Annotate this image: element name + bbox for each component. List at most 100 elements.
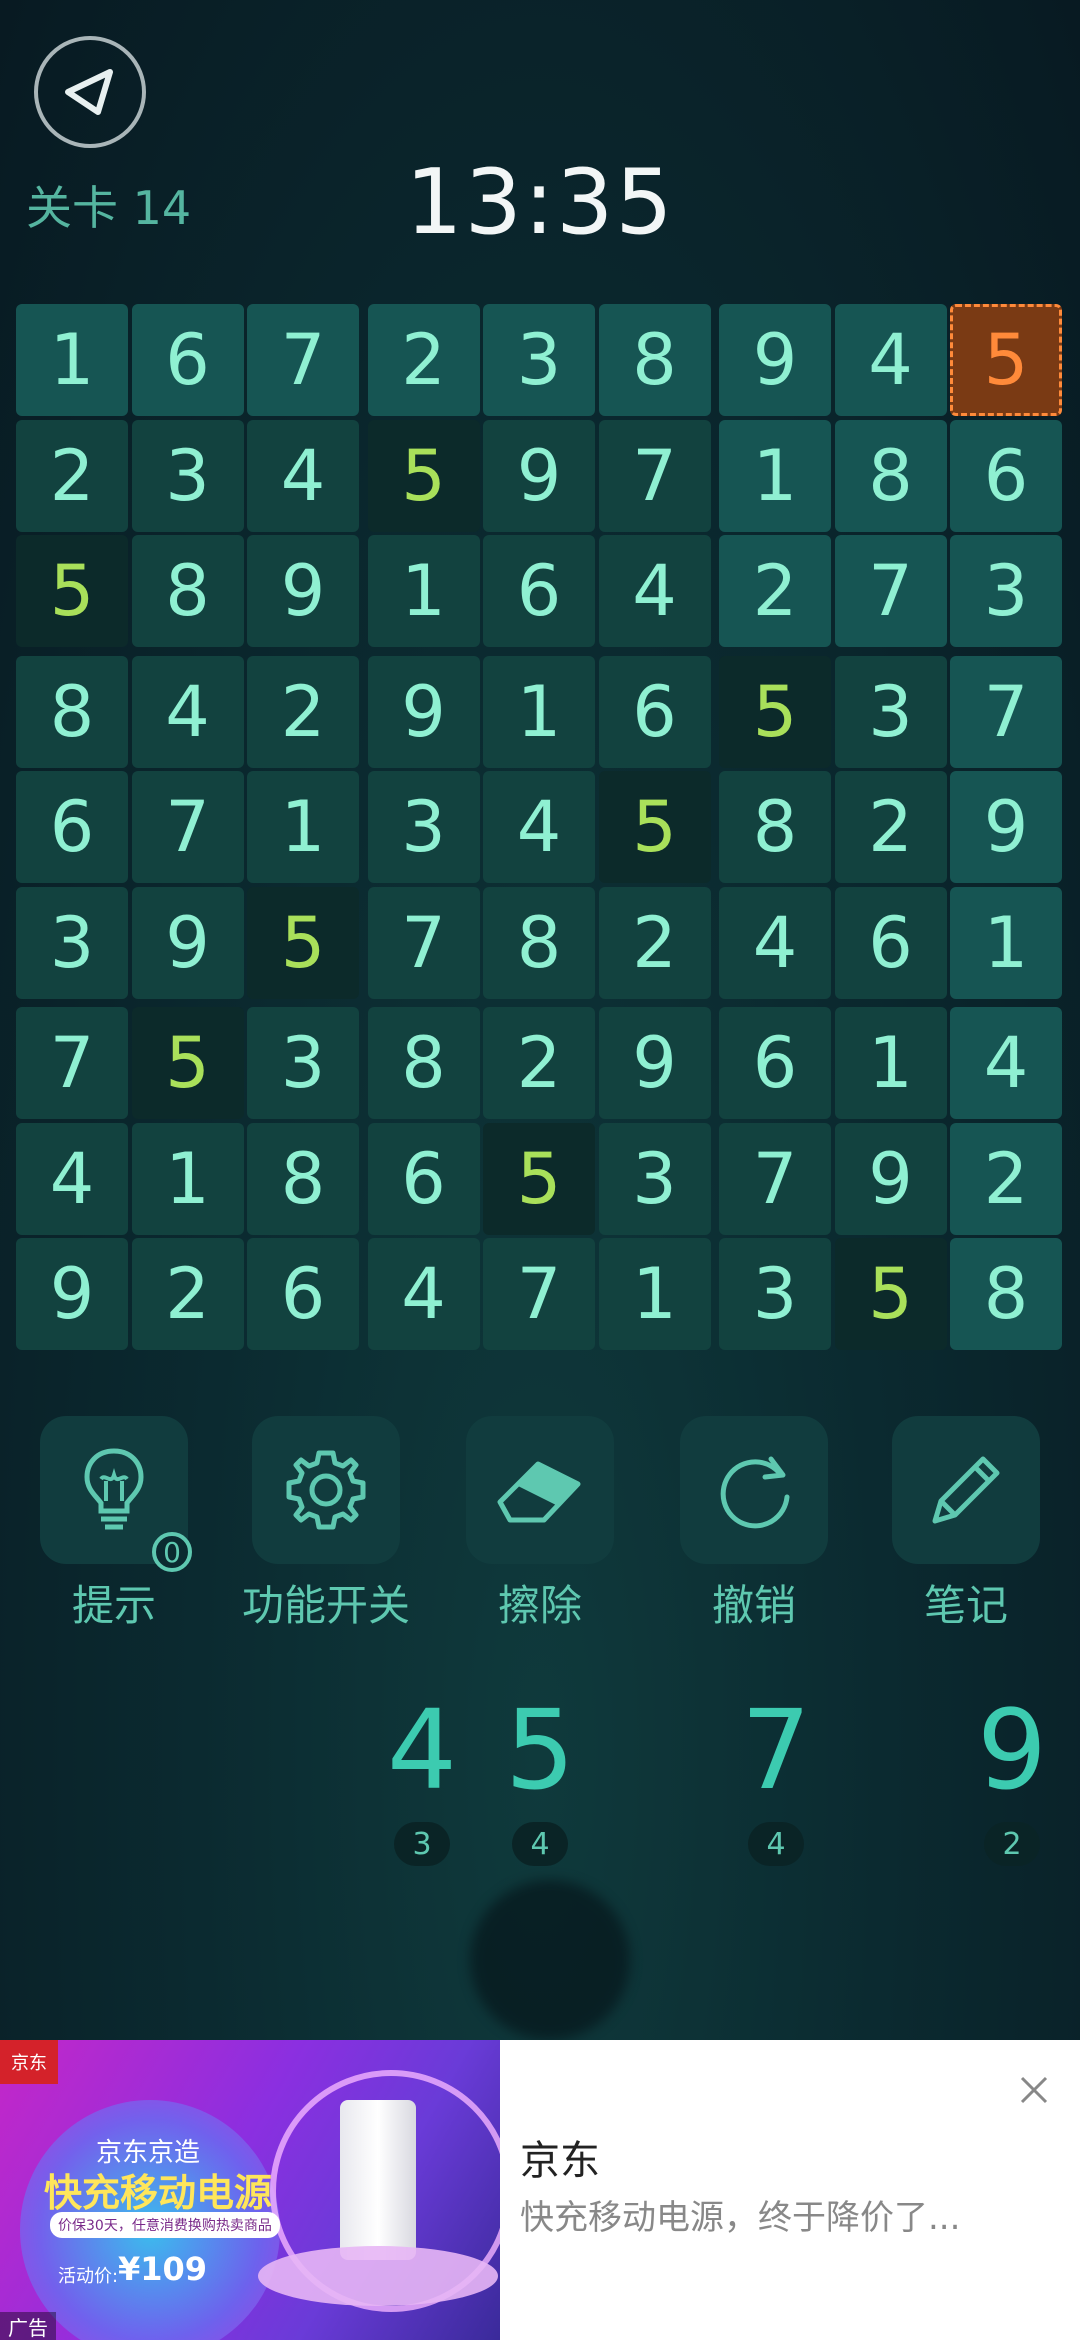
sudoku-cell[interactable]: 4 — [950, 1007, 1062, 1119]
sudoku-cell[interactable]: 6 — [950, 419, 1062, 532]
sudoku-cell[interactable]: 9 — [131, 886, 244, 999]
sudoku-cell[interactable]: 3 — [834, 655, 947, 768]
sudoku-cell[interactable]: 3 — [950, 535, 1062, 647]
sudoku-cell[interactable]: 8 — [367, 1007, 480, 1119]
sudoku-cell[interactable]: 9 — [834, 1122, 947, 1235]
sudoku-cell[interactable]: 5 — [483, 1122, 595, 1235]
sudoku-cell[interactable]: 5 — [131, 1007, 244, 1119]
ad-description[interactable]: 快充移动电源，终于降价了... — [520, 2190, 960, 2239]
sudoku-cell[interactable]: 8 — [247, 1122, 359, 1235]
sudoku-cell[interactable]: 8 — [834, 419, 947, 532]
sudoku-cell[interactable]: 4 — [598, 535, 711, 647]
sudoku-cell[interactable]: 7 — [719, 1122, 831, 1235]
sudoku-cell[interactable]: 3 — [483, 304, 595, 416]
erase-button[interactable] — [466, 1416, 614, 1564]
sudoku-cell[interactable]: 4 — [16, 1122, 128, 1235]
sudoku-cell[interactable]: 9 — [950, 771, 1062, 883]
number-button-5[interactable]: 5 4 — [500, 1690, 580, 1866]
sudoku-cell[interactable]: 8 — [719, 771, 831, 883]
sudoku-cell[interactable]: 2 — [247, 655, 359, 768]
sudoku-cell[interactable]: 7 — [16, 1007, 128, 1119]
sudoku-cell[interactable]: 2 — [16, 419, 128, 532]
sudoku-cell[interactable]: 5 — [598, 771, 711, 883]
sudoku-cell[interactable]: 2 — [367, 304, 480, 416]
sudoku-cell[interactable]: 4 — [834, 304, 947, 416]
sudoku-cell[interactable]: 9 — [247, 535, 359, 647]
sudoku-cell[interactable]: 1 — [131, 1122, 244, 1235]
sudoku-cell[interactable]: 2 — [719, 535, 831, 647]
sudoku-cell[interactable]: 3 — [16, 886, 128, 999]
hint-button[interactable]: 0 — [40, 1416, 192, 1572]
sudoku-cell[interactable]: 1 — [483, 655, 595, 768]
sudoku-cell[interactable]: 7 — [834, 535, 947, 647]
sudoku-cell[interactable]: 9 — [16, 1238, 128, 1350]
sudoku-cell[interactable]: 3 — [719, 1238, 831, 1350]
sudoku-cell[interactable]: 2 — [950, 1122, 1062, 1235]
sudoku-cell[interactable]: 1 — [247, 771, 359, 883]
sudoku-cell[interactable]: 7 — [131, 771, 244, 883]
ad-title[interactable]: 京东 — [520, 2128, 600, 2186]
sudoku-cell[interactable]: 8 — [483, 886, 595, 999]
sudoku-cell[interactable]: 1 — [719, 419, 831, 532]
undo-tool[interactable]: 撤销 — [654, 1416, 854, 1633]
sudoku-cell[interactable]: 7 — [247, 304, 359, 416]
sudoku-cell[interactable]: 7 — [367, 886, 480, 999]
number-button-9[interactable]: 9 2 — [972, 1690, 1052, 1866]
sudoku-cell[interactable]: 5 — [367, 419, 480, 532]
sudoku-cell[interactable]: 8 — [950, 1238, 1062, 1350]
sudoku-cell[interactable]: 6 — [367, 1122, 480, 1235]
number-button-4[interactable]: 4 3 — [382, 1690, 462, 1866]
sudoku-cell[interactable]: 5 — [950, 304, 1062, 416]
sudoku-cell[interactable]: 3 — [131, 419, 244, 532]
back-button[interactable] — [34, 36, 146, 148]
settings-tool[interactable]: 功能开关 — [226, 1416, 426, 1633]
sudoku-cell[interactable]: 7 — [950, 655, 1062, 768]
sudoku-cell[interactable]: 6 — [131, 304, 244, 416]
sudoku-cell[interactable]: 5 — [247, 886, 359, 999]
sudoku-cell[interactable]: 7 — [598, 419, 711, 532]
sudoku-cell[interactable]: 1 — [834, 1007, 947, 1119]
sudoku-cell[interactable]: 6 — [719, 1007, 831, 1119]
sudoku-cell[interactable]: 7 — [483, 1238, 595, 1350]
erase-tool[interactable]: 擦除 — [440, 1416, 640, 1633]
sudoku-cell[interactable]: 2 — [598, 886, 711, 999]
notes-button[interactable] — [892, 1416, 1040, 1564]
sudoku-cell[interactable]: 8 — [16, 655, 128, 768]
sudoku-cell[interactable]: 1 — [950, 886, 1062, 999]
sudoku-cell[interactable]: 2 — [483, 1007, 595, 1119]
sudoku-cell[interactable]: 6 — [16, 771, 128, 883]
sudoku-cell[interactable]: 3 — [598, 1122, 711, 1235]
sudoku-cell[interactable]: 4 — [483, 771, 595, 883]
sudoku-cell[interactable]: 5 — [834, 1238, 947, 1350]
sudoku-cell[interactable]: 8 — [598, 304, 711, 416]
sudoku-cell[interactable]: 1 — [367, 535, 480, 647]
sudoku-cell[interactable]: 6 — [483, 535, 595, 647]
sudoku-cell[interactable]: 6 — [834, 886, 947, 999]
sudoku-cell[interactable]: 2 — [834, 771, 947, 883]
sudoku-cell[interactable]: 4 — [719, 886, 831, 999]
sudoku-cell[interactable]: 3 — [247, 1007, 359, 1119]
sudoku-cell[interactable]: 9 — [367, 655, 480, 768]
ad-image[interactable]: 京东 京东京造 快充移动电源 价保30天，任意消费换购热卖商品 活动价: ¥10… — [0, 2040, 500, 2340]
sudoku-cell[interactable]: 9 — [483, 419, 595, 532]
sudoku-cell[interactable]: 5 — [16, 535, 128, 647]
sudoku-cell[interactable]: 4 — [247, 419, 359, 532]
sudoku-cell[interactable]: 9 — [719, 304, 831, 416]
undo-button[interactable] — [680, 1416, 828, 1564]
sudoku-cell[interactable]: 4 — [131, 655, 244, 768]
sudoku-cell[interactable]: 9 — [598, 1007, 711, 1119]
sudoku-cell[interactable]: 6 — [598, 655, 711, 768]
sudoku-cell[interactable]: 6 — [247, 1238, 359, 1350]
hint-tool[interactable]: 0 提示 — [14, 1416, 214, 1633]
close-icon[interactable] — [1014, 2070, 1054, 2110]
notes-tool[interactable]: 笔记 — [866, 1416, 1066, 1633]
sudoku-cell[interactable]: 5 — [719, 655, 831, 768]
sudoku-cell[interactable]: 2 — [131, 1238, 244, 1350]
sudoku-cell[interactable]: 3 — [367, 771, 480, 883]
sudoku-cell[interactable]: 8 — [131, 535, 244, 647]
sudoku-cell[interactable]: 1 — [598, 1238, 711, 1350]
sudoku-cell[interactable]: 4 — [367, 1238, 480, 1350]
sudoku-cell[interactable]: 1 — [16, 304, 128, 416]
number-button-7[interactable]: 7 4 — [736, 1690, 816, 1866]
settings-button[interactable] — [252, 1416, 400, 1564]
